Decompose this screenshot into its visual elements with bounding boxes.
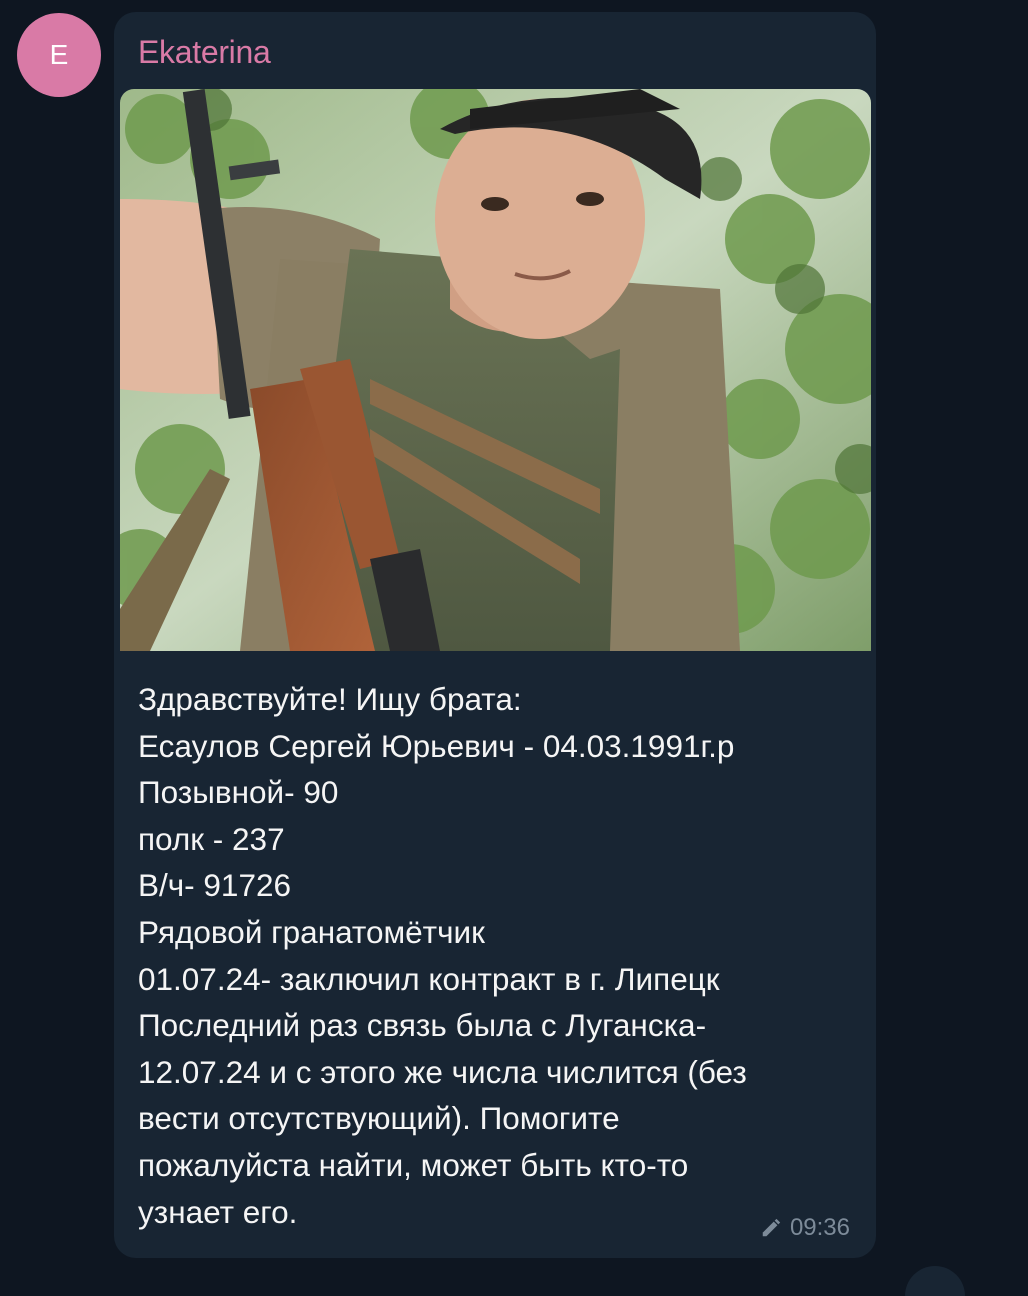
message-photo[interactable] — [120, 89, 871, 651]
photo-image — [120, 89, 871, 651]
sender-avatar[interactable]: E — [17, 13, 101, 97]
message-bubble[interactable]: Ekaterina Здравствуйте! Ищу брата: Есаул… — [114, 12, 876, 1258]
pencil-icon — [760, 1217, 782, 1239]
message-text: Здравствуйте! Ищу брата: Есаулов Сергей … — [138, 681, 747, 1230]
next-message-edge — [905, 1266, 965, 1296]
message-time: 09:36 — [789, 1214, 850, 1241]
avatar-letter: E — [49, 39, 69, 70]
sender-name[interactable]: Ekaterina — [138, 34, 271, 71]
message-meta: 09:36 — [760, 1214, 850, 1242]
